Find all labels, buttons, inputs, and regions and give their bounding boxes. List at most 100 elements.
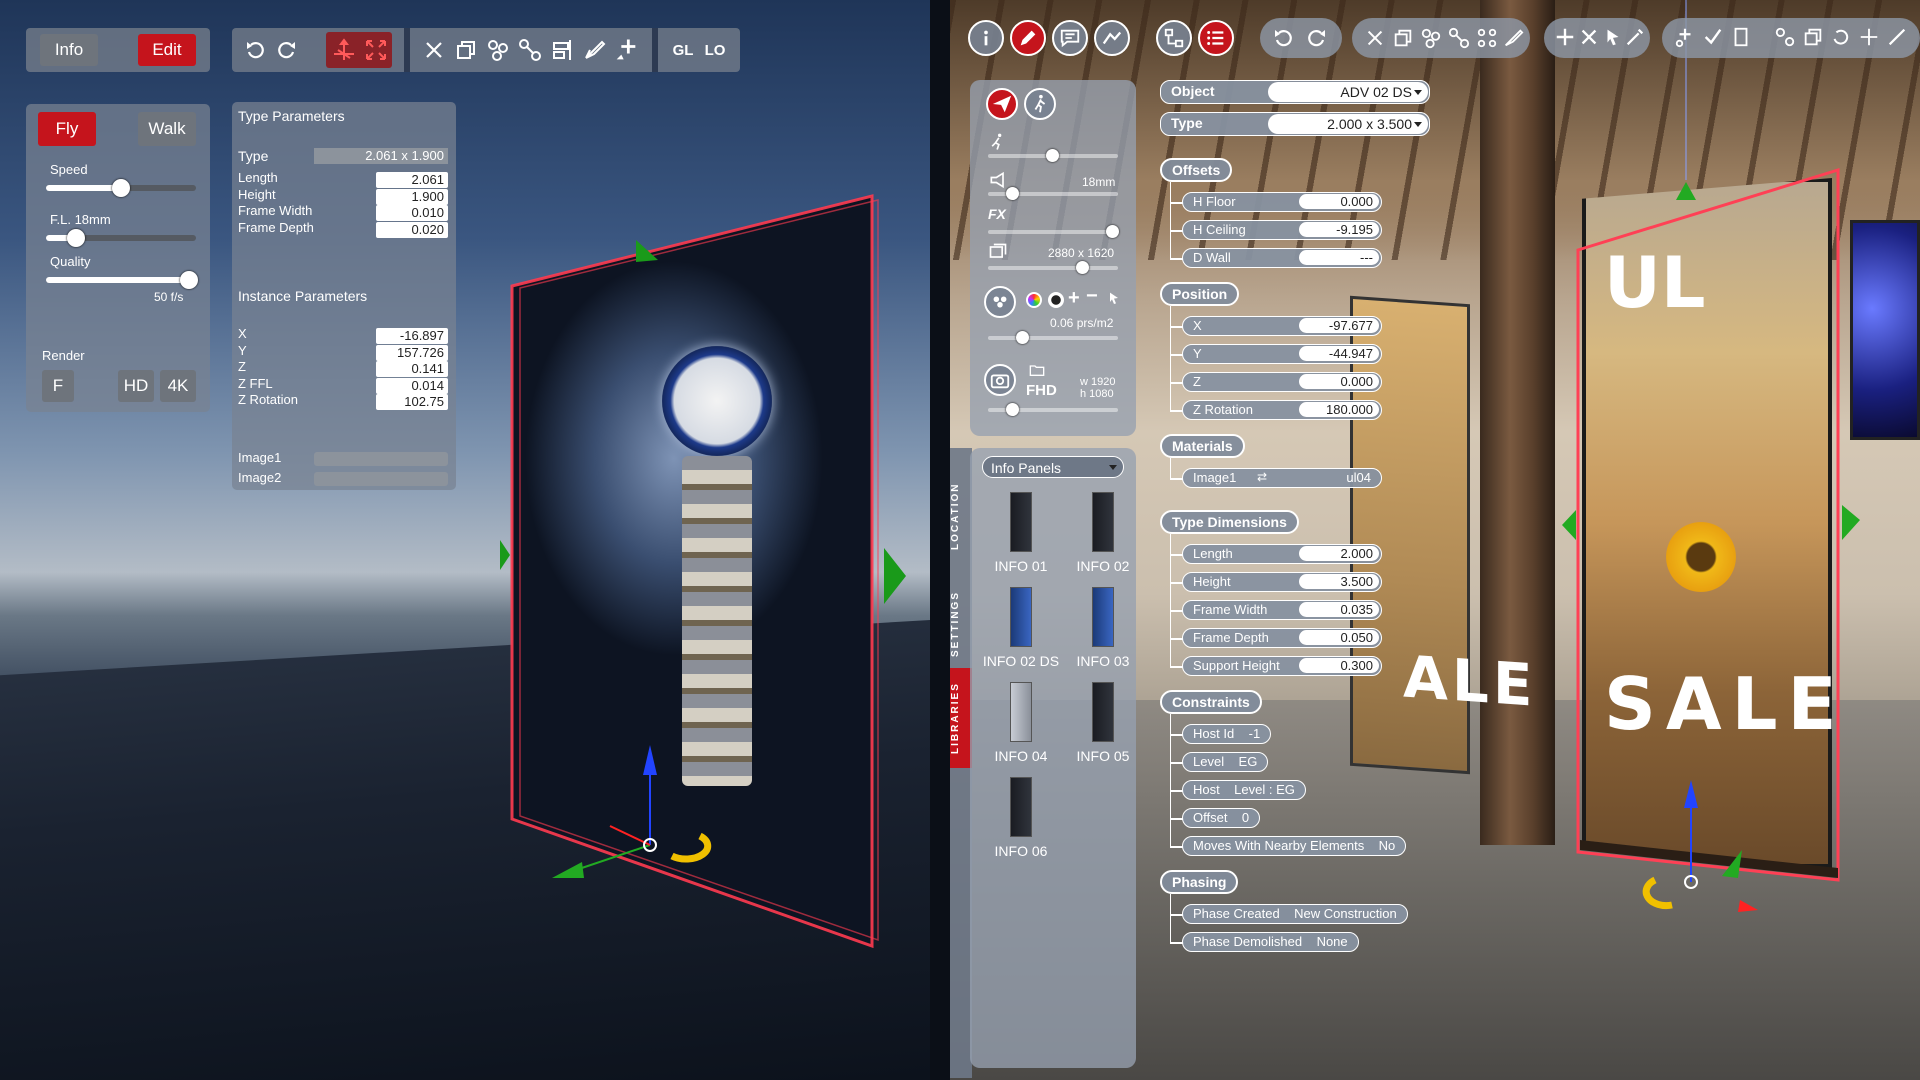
- group-icon[interactable]: [1420, 27, 1442, 49]
- undo-icon[interactable]: [244, 38, 268, 62]
- info-circle-button[interactable]: [968, 20, 1004, 56]
- hierarchy-circle-button[interactable]: [1156, 20, 1192, 56]
- quality-slider-knob[interactable]: [179, 271, 198, 289]
- multi-group-icon[interactable]: [1476, 27, 1498, 49]
- lens-slider[interactable]: [988, 187, 1118, 200]
- section-header[interactable]: Materials: [1160, 434, 1245, 458]
- property-value[interactable]: 0.000: [1299, 374, 1379, 389]
- zero-add-icon[interactable]: [1674, 26, 1696, 48]
- object-select[interactable]: ADV 02 DS: [1268, 82, 1428, 102]
- lo-button[interactable]: LO: [700, 36, 730, 64]
- color-wheel-icon[interactable]: [1026, 292, 1042, 308]
- pointer-icon[interactable]: [1106, 290, 1122, 306]
- fly-mode-button[interactable]: [986, 88, 1018, 120]
- walk-button[interactable]: Walk: [138, 112, 196, 146]
- section-header[interactable]: Constraints: [1160, 690, 1262, 714]
- add-people-icon[interactable]: +: [1068, 287, 1080, 310]
- undo-icon[interactable]: [1272, 26, 1296, 50]
- instance-param-value[interactable]: 0.141: [376, 361, 448, 377]
- delete-icon[interactable]: [1364, 27, 1386, 49]
- list-circle-button[interactable]: [1198, 20, 1234, 56]
- instance-param-value[interactable]: -16.897: [376, 328, 448, 344]
- add-element-icon[interactable]: [612, 36, 640, 64]
- folder-icon[interactable]: [1028, 362, 1046, 378]
- left-viewport[interactable]: Info Edit GL LO Fly Walk Speed F.L. 18mm…: [0, 0, 930, 1080]
- property-value[interactable]: 0.050: [1299, 630, 1379, 645]
- property-value[interactable]: 0.000: [1299, 194, 1379, 209]
- copy-icon[interactable]: [454, 38, 478, 62]
- type-param-value[interactable]: 2.061: [376, 172, 448, 188]
- people-button[interactable]: [984, 286, 1016, 318]
- fx-slider[interactable]: [988, 225, 1119, 238]
- fx-knob[interactable]: [1106, 225, 1119, 238]
- instance-param-value[interactable]: 102.75: [376, 394, 448, 410]
- screenshot-knob[interactable]: [1006, 403, 1019, 416]
- quality-slider[interactable]: [46, 271, 198, 289]
- cursor-icon[interactable]: [1602, 26, 1624, 48]
- path-circle-button[interactable]: [1094, 20, 1130, 56]
- section-header[interactable]: Offsets: [1160, 158, 1233, 182]
- library-item[interactable]: INFO 06: [976, 777, 1066, 859]
- type-param-value[interactable]: 0.010: [376, 205, 448, 221]
- ungroup-icon[interactable]: [518, 38, 542, 62]
- property-text-row[interactable]: Host Level : EG: [1182, 780, 1306, 800]
- ungroup-icon[interactable]: [1448, 27, 1470, 49]
- zero-copy-icon[interactable]: [1802, 26, 1824, 48]
- edit-circle-button[interactable]: [1010, 20, 1046, 56]
- radio-dot-icon[interactable]: [1048, 292, 1064, 308]
- info-button[interactable]: Info: [40, 34, 98, 66]
- dropbox-link-icon[interactable]: ⇄: [1257, 469, 1267, 486]
- property-value[interactable]: ---: [1299, 250, 1379, 265]
- property-value[interactable]: 2.000: [1299, 546, 1379, 561]
- property-value[interactable]: -9.195: [1299, 222, 1379, 237]
- paint-icon[interactable]: [1502, 27, 1524, 49]
- library-item[interactable]: INFO 02 DS: [976, 587, 1066, 669]
- property-text-row[interactable]: Phase Demolished None: [1182, 932, 1359, 952]
- speed-slider-knob[interactable]: [112, 179, 130, 197]
- zero-door-icon[interactable]: [1730, 26, 1752, 48]
- density-knob[interactable]: [1016, 331, 1029, 344]
- paint-icon[interactable]: [582, 38, 606, 62]
- settings-tab[interactable]: SETTINGS: [950, 574, 972, 674]
- focal-length-slider[interactable]: [46, 229, 196, 247]
- align-icon[interactable]: [550, 38, 574, 62]
- library-item[interactable]: INFO 05: [1058, 682, 1148, 764]
- zero-flip-icon[interactable]: [1858, 26, 1880, 48]
- zero-rotate-icon[interactable]: [1830, 26, 1852, 48]
- library-category-dropdown[interactable]: Info Panels: [982, 456, 1124, 478]
- fly-button[interactable]: Fly: [38, 112, 96, 146]
- comment-circle-button[interactable]: [1052, 20, 1088, 56]
- edit-button[interactable]: Edit: [138, 34, 196, 66]
- density-slider[interactable]: [988, 331, 1118, 344]
- property-text-row[interactable]: Offset 0: [1182, 808, 1261, 828]
- redo-icon[interactable]: [1304, 26, 1328, 50]
- add-icon[interactable]: [1554, 26, 1576, 48]
- property-value[interactable]: -44.947: [1299, 346, 1379, 361]
- property-value[interactable]: -97.677: [1299, 318, 1379, 333]
- location-tab[interactable]: LOCATION: [950, 466, 972, 566]
- property-text-row[interactable]: Level EG: [1182, 752, 1269, 772]
- render-hd-button[interactable]: HD: [118, 370, 154, 402]
- section-header[interactable]: Phasing: [1160, 870, 1239, 894]
- section-header[interactable]: Type Dimensions: [1160, 510, 1299, 534]
- move-speed-slider[interactable]: [988, 149, 1118, 162]
- library-item[interactable]: INFO 03: [1058, 587, 1148, 669]
- property-text-row[interactable]: Host Id -1: [1182, 724, 1272, 744]
- property-value[interactable]: 0.300: [1299, 658, 1379, 673]
- property-value[interactable]: 3.500: [1299, 574, 1379, 589]
- type-select[interactable]: 2.000 x 3.500: [1268, 114, 1428, 134]
- property-value[interactable]: 180.000: [1299, 402, 1379, 417]
- property-value[interactable]: 0.035: [1299, 602, 1379, 617]
- group-icon[interactable]: [486, 38, 510, 62]
- screenshot-button[interactable]: [984, 364, 1016, 396]
- zero-check-icon[interactable]: [1702, 26, 1724, 48]
- copy-icon[interactable]: [1392, 27, 1414, 49]
- move-icon[interactable]: [332, 38, 356, 62]
- type-param-value[interactable]: 1.900: [376, 188, 448, 205]
- property-text-row[interactable]: Phase Created New Construction: [1182, 904, 1408, 924]
- wand-icon[interactable]: [1624, 26, 1646, 48]
- walk-mode-button[interactable]: [1024, 88, 1056, 120]
- library-item[interactable]: INFO 04: [976, 682, 1066, 764]
- focal-length-slider-knob[interactable]: [67, 229, 85, 247]
- instance-param-value[interactable]: 157.726: [376, 344, 448, 361]
